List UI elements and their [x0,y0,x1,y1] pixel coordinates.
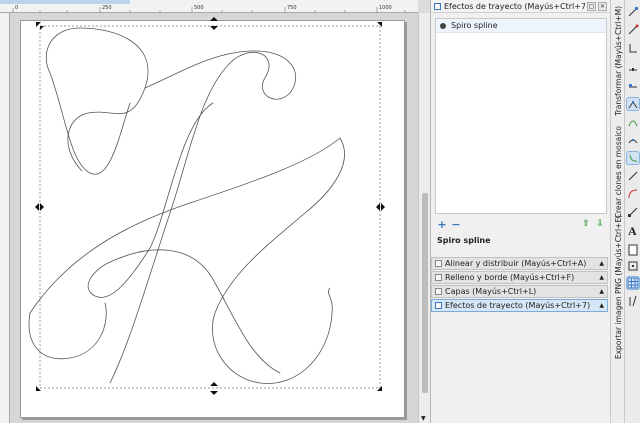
stroke-to-path-icon[interactable] [627,244,639,256]
dock-panel: Efectos de trayecto (Mayús+Ctrl+7) ▢ × S… [430,0,610,423]
drawing-canvas[interactable] [10,13,418,423]
handle-bottom[interactable] [210,382,218,395]
spiro-path-bottom-left[interactable] [28,302,107,360]
expand-arrow-icon[interactable]: ▲ [599,288,604,295]
object-to-path-icon[interactable] [627,206,639,218]
expand-arrow-icon[interactable]: ▲ [599,274,604,281]
handle-top-left[interactable] [36,22,44,30]
spiro-path-left-curl[interactable] [49,72,131,175]
handle-top[interactable] [210,17,218,30]
artwork[interactable] [10,13,418,423]
panel-label: Alinear y distribuir (Mayús+Ctrl+A) [445,259,587,268]
text-tool-icon[interactable]: A [627,224,639,236]
spiro-path-right-stem[interactable] [109,50,296,384]
tab-label: Exportar imagen PNG (Mayús+Ctrl+E) [613,214,623,360]
fill-stroke-icon [435,274,442,281]
spiro-path-top-loop[interactable] [45,27,149,172]
panel-label: Efectos de trayecto (Mayús+Ctrl+7) [445,301,591,310]
handle-bottom-left[interactable] [36,386,41,391]
ruler-label-1000: 1000 [379,5,392,11]
make-symmetric-icon[interactable] [627,134,639,146]
expand-arrow-icon[interactable]: ▲ [599,302,604,309]
transform-handles[interactable] [35,17,385,395]
panel-path-effects[interactable]: Efectos de trayecto (Mayús+Ctrl+7) ▲ [431,299,608,312]
visibility-eye-icon[interactable] [440,22,446,29]
svg-text:A: A [628,224,637,236]
path-outline-icon[interactable] [627,295,639,307]
spiro-path-bottom-loop[interactable] [212,137,345,384]
lpe-panel-title: Efectos de trayecto (Mayús+Ctrl+7) [444,1,585,11]
panel-layers[interactable]: Capas (Mayús+Ctrl+L) ▲ [431,285,608,298]
path-effects-icon [435,302,442,309]
make-cusp-icon[interactable] [626,97,640,111]
delete-segment-icon[interactable] [627,60,639,72]
ruler-label-0: 0 [15,5,18,11]
panel-label: Capas (Mayús+Ctrl+L) [445,287,537,296]
horizontal-ruler[interactable]: 0 250 500 750 1000 [0,0,418,13]
scrollbar-thumb[interactable] [422,193,428,393]
align-icon [435,260,442,267]
tab-transform[interactable]: Transformar (Mayús+Ctrl+M) [611,2,625,120]
vertical-ruler[interactable] [0,13,10,423]
node-tool-icon[interactable] [627,6,639,18]
add-effect-button[interactable]: + [435,219,449,231]
panel-fill-stroke[interactable]: Relleno y borde (Mayús+Ctrl+F) ▲ [431,271,608,284]
ruler-label-500: 500 [194,5,204,11]
lpe-panel-header: Efectos de trayecto (Mayús+Ctrl+7) ▢ × [431,0,610,13]
handle-right[interactable] [376,203,385,211]
join-nodes-icon[interactable] [627,42,639,54]
panel-close-icon[interactable]: × [598,1,607,11]
show-handles-icon[interactable] [627,260,639,272]
dialog-tabs: Transformar (Mayús+Ctrl+M) Crear clones … [610,0,624,423]
expand-arrow-icon[interactable]: ▲ [599,260,604,267]
grid-view-icon[interactable] [626,276,640,290]
effect-label: Spiro spline [451,21,498,30]
panel-align-distribute[interactable]: Alinear y distribuir (Mayús+Ctrl+A) ▲ [431,257,608,270]
selected-effect-name: Spiro spline [437,236,491,245]
segment-line-icon[interactable] [627,170,639,182]
ruler-label-250: 250 [102,5,112,11]
make-smooth-icon[interactable] [627,116,639,128]
tab-label: Transformar (Mayús+Ctrl+M) [613,6,623,116]
handle-left[interactable] [35,203,44,211]
effect-row-spiro[interactable]: Spiro spline [436,19,606,33]
selection-bbox [39,25,381,389]
move-down-icon[interactable]: ⇩ [593,219,607,231]
tab-export-png[interactable]: Exportar imagen PNG (Mayús+Ctrl+E) [611,215,625,359]
panel-float-icon[interactable]: ▢ [587,1,596,11]
app-window: 0 250 500 750 1000 ▼ Efectos de trayecto… [0,0,640,423]
vertical-scrollbar[interactable]: ▼ [418,13,430,423]
auto-smooth-icon[interactable] [626,151,640,165]
tab-label: Crear clones en mosaico [613,125,623,219]
break-path-icon[interactable] [627,24,639,36]
handle-bottom-right[interactable] [377,386,382,391]
move-up-icon[interactable]: ⇧ [579,219,593,231]
effects-list[interactable]: Spiro spline [435,18,607,214]
insert-node-icon[interactable] [627,78,639,90]
scroll-down-icon[interactable]: ▼ [421,415,426,422]
ruler-label-750: 750 [287,5,297,11]
tool-controls-bar: A [624,0,640,423]
layers-icon [435,288,442,295]
path-effects-icon [434,2,441,10]
ruler-ticks: 0 250 500 750 1000 [12,5,406,13]
remove-effect-button[interactable]: − [449,219,463,231]
tab-tile-clones[interactable]: Crear clones en mosaico [611,124,625,220]
segment-curve-icon[interactable] [627,188,639,200]
effects-toolbar: + − ⇧ ⇩ [435,218,607,232]
panel-label: Relleno y borde (Mayús+Ctrl+F) [445,273,575,282]
